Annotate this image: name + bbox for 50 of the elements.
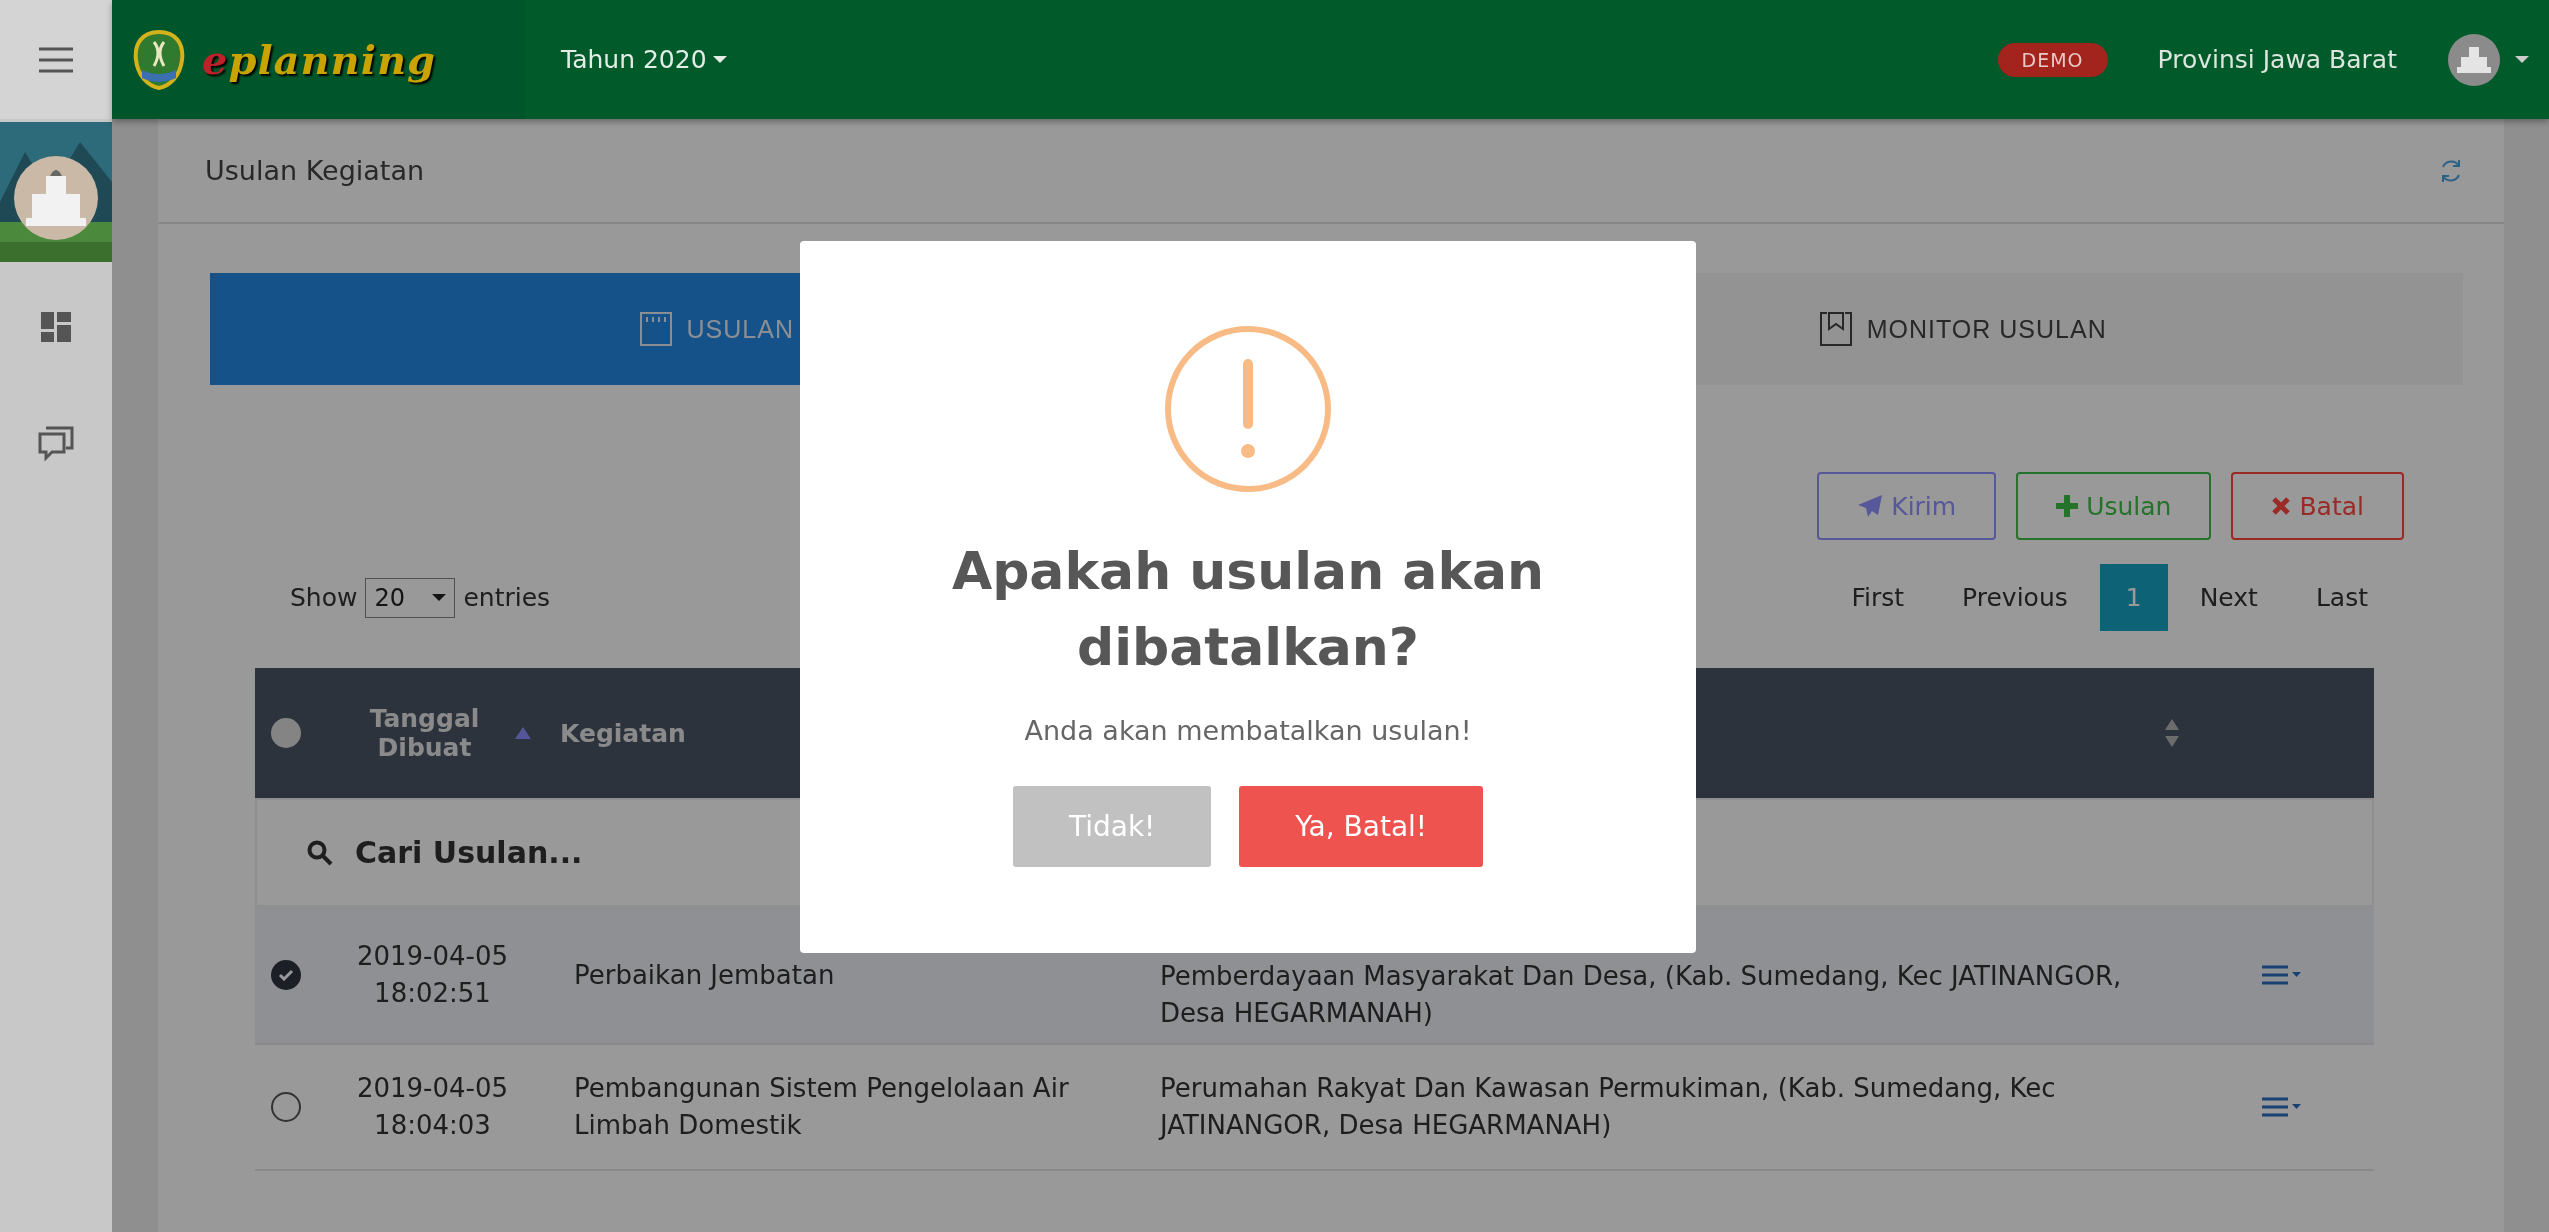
search-icon xyxy=(307,839,333,866)
demo-badge: DEMO xyxy=(1997,42,2108,77)
page-link[interactable]: First xyxy=(1825,564,1931,631)
sort-icon[interactable] xyxy=(2164,719,2180,747)
date-cell-text: 2019-04-05 18:02:51 xyxy=(355,940,510,1010)
page-link[interactable]: Previous xyxy=(1936,564,2094,631)
bookmark-icon xyxy=(1818,311,1853,347)
row-menu-button[interactable] xyxy=(2262,1096,2302,1118)
chat-icon xyxy=(38,426,74,462)
dashboard-icon xyxy=(41,312,71,342)
table-cell-text: Perumahan Rakyat Dan Kawasan Permukiman, (Kab. Sumedang, Kec JATINANGOR, Desa HEGARMANAH) xyxy=(1160,1072,2057,1142)
user-name: Provinsi Jawa Barat xyxy=(2157,45,2397,74)
dialog-message: Anda akan membatalkan usulan! xyxy=(1024,715,1472,746)
menu-button[interactable] xyxy=(0,0,112,119)
confirm-button[interactable]: Ya, Batal! xyxy=(1239,786,1484,867)
avatar-button[interactable] xyxy=(2447,32,2529,87)
page-link[interactable]: 1 xyxy=(2099,564,2168,631)
column-header[interactable]: Kegiatan xyxy=(560,718,686,748)
warning-icon xyxy=(1164,325,1332,493)
comments-button[interactable] xyxy=(38,426,74,462)
column-header[interactable]: Tanggal Dibuat xyxy=(354,704,495,762)
table-cell-text: Perbaikan Jembatan xyxy=(573,958,836,992)
page-title: Usulan Kegiatan xyxy=(205,155,425,186)
menu-caret-icon xyxy=(2262,1096,2302,1118)
show-label: Show xyxy=(290,583,358,612)
cancel-button[interactable]: Batal xyxy=(2231,472,2404,540)
sort-up-icon[interactable] xyxy=(514,727,531,739)
menu-icon xyxy=(39,46,73,73)
dashboard-button[interactable] xyxy=(41,312,71,342)
table-cell-text: Pemberdayaan Masyarakat Dan Desa, (Kab. Sumedang, Kec JATINANGOR, Desa HEGARMANAH) xyxy=(1160,960,2123,1030)
row-radio[interactable] xyxy=(271,960,301,990)
row-menu-button[interactable] xyxy=(2262,964,2302,986)
brand-logo: eplanning xyxy=(202,36,436,83)
date-cell-text: 2019-04-05 18:04:03 xyxy=(355,1072,510,1142)
table-cell-text: Pembangunan Sistem Pengelolaan Air Limbah Domestik xyxy=(573,1072,1070,1142)
search-field[interactable]: Cari Usulan... xyxy=(353,834,953,871)
page-link[interactable]: Last xyxy=(2289,564,2394,631)
menu-caret-icon xyxy=(2262,964,2302,986)
calendar-icon xyxy=(638,311,673,347)
check-icon xyxy=(278,969,294,981)
select-all-radio[interactable] xyxy=(271,718,301,748)
entries-label: entries xyxy=(463,583,551,612)
page-link[interactable]: Next xyxy=(2173,564,2284,631)
row-radio[interactable] xyxy=(271,1092,301,1122)
close-icon xyxy=(2271,496,2292,516)
paper-plane-icon xyxy=(1857,494,1884,518)
plus-icon xyxy=(2056,495,2079,517)
dialog-title: Apakah usulan akan dibatalkan? xyxy=(950,540,1546,679)
year-dropdown[interactable]: Tahun 2020 xyxy=(561,45,727,74)
entries-select[interactable]: 20 xyxy=(365,577,456,618)
